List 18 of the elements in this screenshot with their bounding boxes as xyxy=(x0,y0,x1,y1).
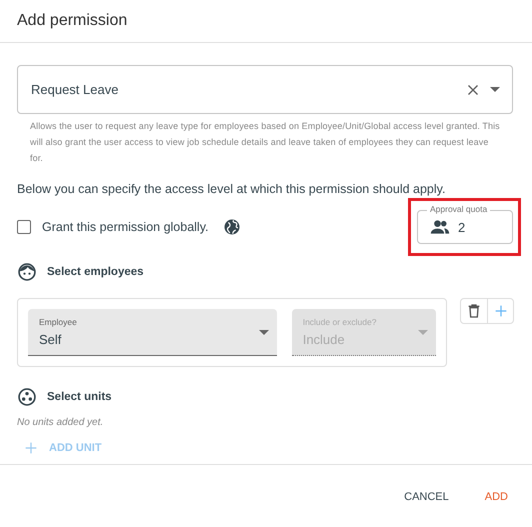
field-label: Approval quota xyxy=(427,204,490,214)
field-value: 2 xyxy=(458,220,466,234)
permission-select[interactable]: Request Leave xyxy=(17,65,513,114)
cancel-button[interactable]: CANCEL xyxy=(402,486,451,506)
intro-text: Below you can specify the access level at which this permission should apply. xyxy=(17,182,446,196)
section-heading: Select units xyxy=(47,391,112,403)
dialog-title: Add permission xyxy=(17,12,128,30)
select-value: Request Leave xyxy=(31,82,118,97)
field-label: Employee xyxy=(39,317,77,327)
field-value: Include xyxy=(302,332,346,347)
add-button[interactable]: ADD xyxy=(482,486,510,506)
help-text: Allows the user to request any leave type for employees based on Employee/Unit/Global access level granted. This will also grant the user access to view job schedule details and leave taken of employees they can request leave for. xyxy=(29,120,501,165)
checkbox-label: Grant this permission globally. xyxy=(42,220,209,234)
section-heading: Select employees xyxy=(47,266,144,278)
dropdown-field[interactable]: Employee Self xyxy=(28,309,277,356)
field-label: Include or exclude? xyxy=(302,317,376,327)
empty-message: No units added yet. xyxy=(17,417,104,428)
field-value: Self xyxy=(39,332,62,347)
